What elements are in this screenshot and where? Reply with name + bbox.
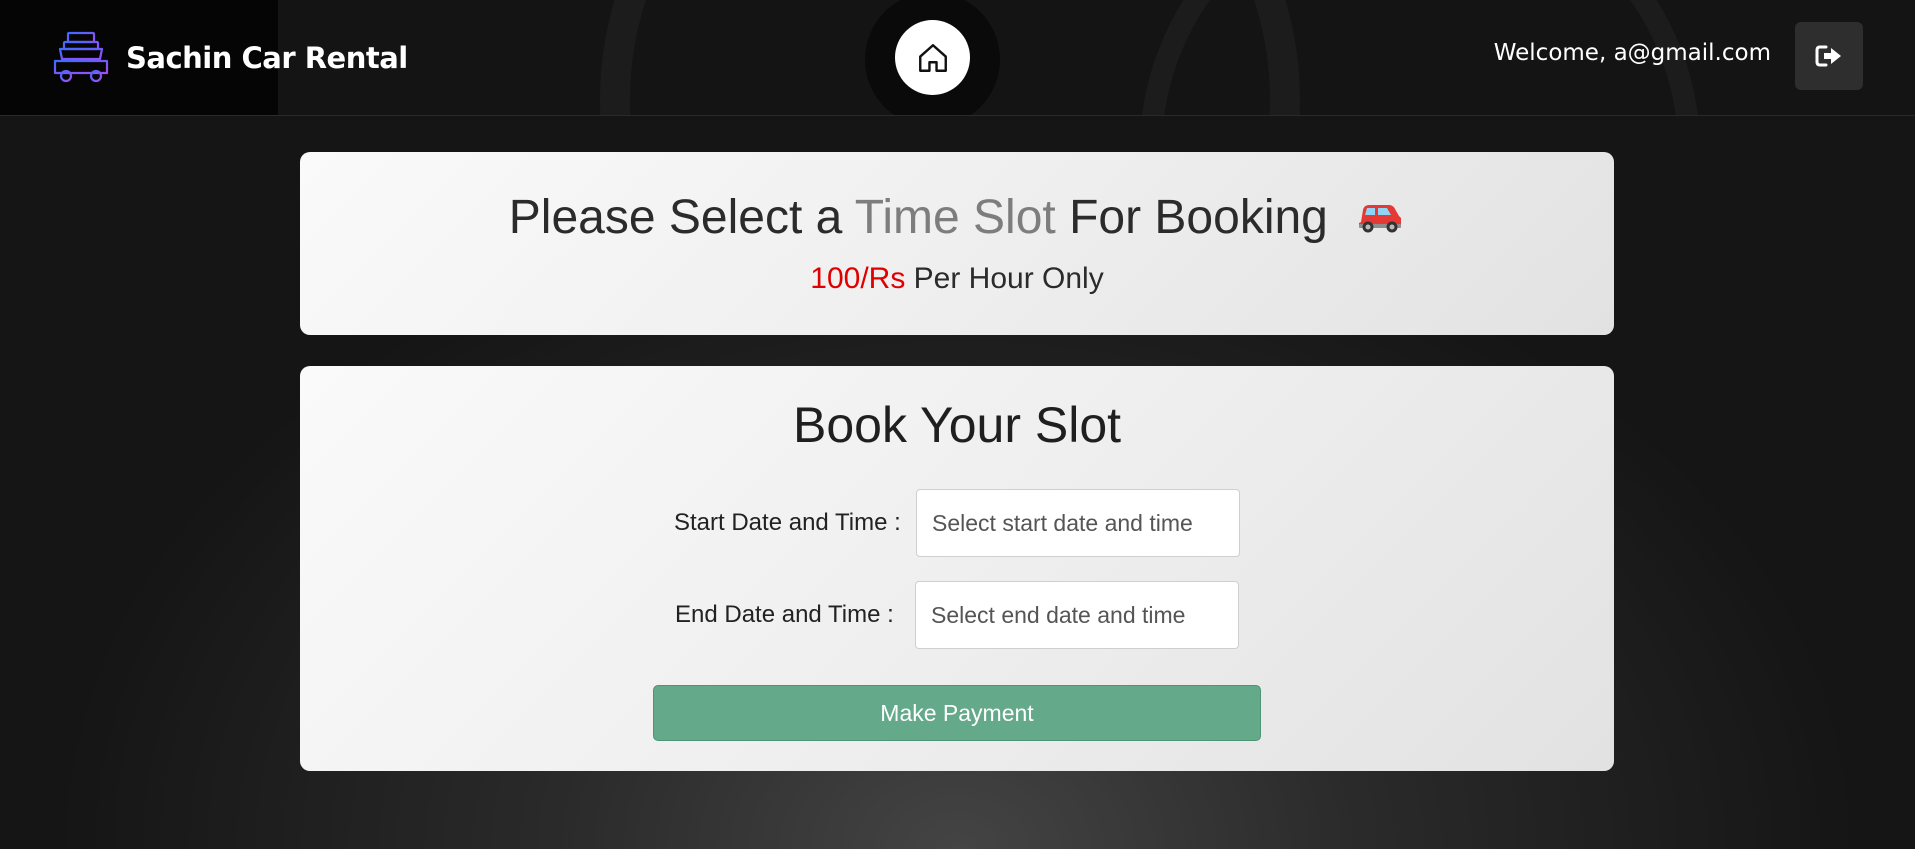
home-icon [918, 43, 947, 72]
home-button[interactable] [895, 20, 970, 95]
start-datetime-input[interactable] [916, 489, 1240, 557]
price-suffix: Per Hour Only [905, 262, 1104, 295]
page-headline: Please Select a Time Slot For Booking [300, 190, 1614, 248]
start-datetime-label: Start Date and Time : [674, 509, 901, 536]
headline-suffix: For Booking [1055, 191, 1328, 244]
headline-prefix: Please Select a [508, 191, 855, 244]
welcome-text: Welcome, a@gmail.com [1493, 40, 1771, 66]
booking-title: Book Your Slot [792, 397, 1122, 453]
end-datetime-input[interactable] [915, 581, 1239, 649]
end-datetime-label: End Date and Time : [675, 601, 894, 628]
headline-accent: Time Slot [854, 191, 1056, 244]
car-with-luggage-icon [53, 31, 109, 83]
time-slot-info-card: Please Select a Time Slot For Booking 10… [300, 152, 1614, 335]
brand[interactable]: Sachin Car Rental [52, 28, 408, 88]
logout-button[interactable] [1795, 22, 1863, 90]
make-payment-button[interactable]: Make Payment [653, 685, 1261, 741]
booking-form-card: Book Your Slot Start Date and Time : End… [300, 366, 1614, 771]
brand-name: Sachin Car Rental [126, 41, 408, 75]
price-value: 100/Rs [810, 262, 906, 295]
car-emoji-icon [1355, 193, 1405, 248]
navbar: Sachin Car Rental Welcome, a@gmail.com [0, 0, 1915, 116]
sign-out-icon [1815, 45, 1841, 67]
price-line: 100/Rs Per Hour Only [300, 262, 1614, 296]
